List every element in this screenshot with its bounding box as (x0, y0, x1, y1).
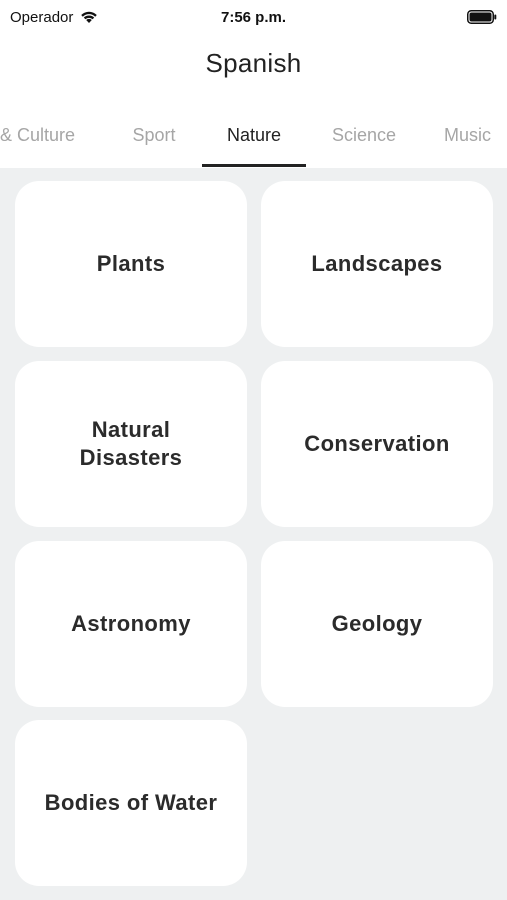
topic-label: Natural Disasters (79, 417, 183, 470)
topic-label: Geology (331, 611, 423, 636)
topic-label: Bodies of Water (44, 790, 218, 815)
carrier-label: Operador (10, 8, 74, 26)
tab-science[interactable]: Science (318, 104, 410, 166)
tab-nature[interactable]: Nature (202, 104, 306, 167)
wifi-icon (79, 10, 99, 24)
tab-label: Sport (132, 124, 176, 145)
topic-label: Astronomy (71, 611, 191, 636)
category-tabs: & Culture Sport Nature Science Music (0, 104, 507, 168)
topic-card-natural-disasters[interactable]: Natural Disasters (15, 361, 247, 527)
tab-music[interactable]: Music (436, 104, 507, 166)
topic-label: Landscapes (311, 251, 443, 276)
tab-label: Music (444, 124, 492, 145)
page-title: Spanish (205, 48, 302, 78)
tab-label: Nature (226, 124, 282, 145)
status-left: Operador (10, 9, 99, 26)
tab-culture[interactable]: & Culture (0, 104, 84, 166)
tab-label: & Culture (0, 124, 76, 145)
topic-label: Plants (96, 251, 166, 276)
status-bar: Operador 7:56 p.m. (0, 0, 507, 34)
topics-grid: Plants Landscapes Natural Disasters Cons… (0, 168, 507, 900)
topic-card-astronomy[interactable]: Astronomy (15, 541, 247, 707)
topic-card-landscapes[interactable]: Landscapes (261, 181, 493, 347)
tab-label: Science (331, 124, 397, 145)
topic-card-conservation[interactable]: Conservation (261, 361, 493, 527)
topic-label: Conservation (304, 431, 450, 456)
tab-sport[interactable]: Sport (114, 104, 194, 166)
topic-card-bodies-of-water[interactable]: Bodies of Water (15, 720, 247, 886)
active-tab-indicator (202, 164, 306, 167)
battery-icon (467, 10, 497, 24)
topic-card-geology[interactable]: Geology (261, 541, 493, 707)
topic-card-plants[interactable]: Plants (15, 181, 247, 347)
